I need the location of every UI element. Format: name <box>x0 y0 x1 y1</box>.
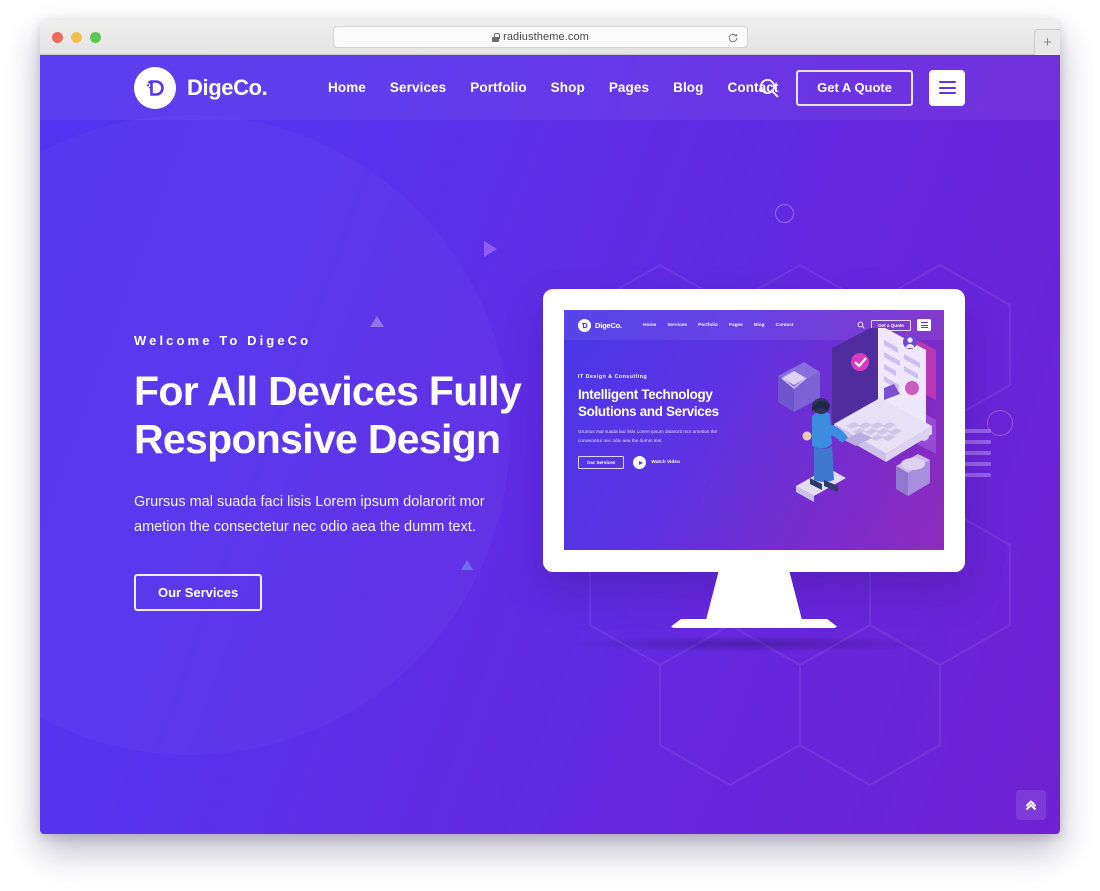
inner-hero-title-line-2: Solutions and Services <box>578 404 719 420</box>
url-text: radiustheme.com <box>503 31 589 43</box>
inner-hero-eyebrow: IT Design & Consulting <box>578 374 648 380</box>
monitor-screen: DigeCo. Home Services Portfolio Pages Bl… <box>564 310 944 550</box>
inner-nav-item-pages[interactable]: Pages <box>729 323 743 328</box>
search-icon[interactable] <box>758 77 780 99</box>
nav-item-pages[interactable]: Pages <box>609 80 649 95</box>
our-services-button[interactable]: Our Services <box>134 573 263 611</box>
hero-eyebrow: Welcome To DigeCo <box>134 333 312 348</box>
hamburger-menu-icon[interactable] <box>929 69 965 106</box>
inner-site-logo-text: DigeCo. <box>595 320 622 330</box>
site-header: DigeCo. Home Services Portfolio Shop Pag… <box>40 55 1060 120</box>
maximize-window-button[interactable] <box>90 32 101 43</box>
double-chevron-up-icon <box>1026 800 1036 810</box>
monitor-base <box>669 619 839 628</box>
traffic-lights <box>52 32 101 43</box>
get-a-quote-button[interactable]: Get A Quote <box>796 69 913 106</box>
address-bar[interactable]: radiustheme.com <box>333 26 748 48</box>
website-viewport: DigeCo. Home Services Portfolio Shop Pag… <box>40 55 1060 834</box>
monitor-shadow <box>569 636 939 652</box>
inner-navigation: Home Services Portfolio Pages Blog Conta… <box>643 323 793 328</box>
hero-title: For All Devices Fully Responsive Design <box>134 368 554 464</box>
nav-item-shop[interactable]: Shop <box>551 80 585 95</box>
isometric-developer-illustration <box>778 328 936 502</box>
inner-hero-description: Grursus mal suada faci lisis Lorem ipsum… <box>578 429 718 443</box>
inner-hero-title: Intelligent Technology Solutions and Ser… <box>578 386 758 420</box>
site-logo[interactable]: DigeCo. <box>134 55 268 120</box>
stacked-lines-shape <box>961 429 991 477</box>
site-logo-text: DigeCo. <box>187 74 268 100</box>
hero-title-line-2: Responsive Design <box>134 415 501 462</box>
monitor-neck <box>706 572 802 620</box>
desktop-monitor-mockup: DigeCo. Home Services Portfolio Pages Bl… <box>543 289 965 652</box>
digeco-logo-icon <box>134 66 176 109</box>
close-window-button[interactable] <box>52 32 63 43</box>
inner-nav-item-contact[interactable]: Contact <box>776 323 794 328</box>
hero-section: Welcome To DigeCo For All Devices Fully … <box>134 333 554 611</box>
inner-nav-item-portfolio[interactable]: Portfolio <box>698 323 718 328</box>
nav-item-portfolio[interactable]: Portfolio <box>470 80 526 95</box>
inner-nav-item-blog[interactable]: Blog <box>754 323 765 328</box>
inner-nav-item-services[interactable]: Services <box>667 323 687 328</box>
hero-description: Grursus mal suada faci lisis Lorem ipsum… <box>134 493 485 535</box>
inner-our-services-button[interactable]: Our Services <box>578 456 625 470</box>
inner-hero-title-line-1: Intelligent Technology <box>578 387 713 402</box>
inner-hero-actions: Our Services Watch Video <box>578 456 758 470</box>
inner-hero-section: IT Design & Consulting Intelligent Techn… <box>578 374 758 470</box>
play-icon <box>633 456 647 470</box>
nav-item-blog[interactable]: Blog <box>673 80 703 95</box>
watch-video-label: Watch Video <box>651 460 680 466</box>
triangle-up-shape-grey <box>370 316 384 327</box>
nav-item-services[interactable]: Services <box>390 80 446 95</box>
address-bar-content: radiustheme.com <box>492 31 589 43</box>
scroll-to-top-button[interactable] <box>1016 790 1046 820</box>
inner-site-logo[interactable]: DigeCo. <box>578 318 622 332</box>
browser-window: radiustheme.com + DigeCo. Home Services … <box>40 20 1060 834</box>
hero-title-line-1: For All Devices Fully <box>134 368 522 414</box>
browser-chrome-bar: radiustheme.com + <box>40 20 1060 55</box>
new-tab-button[interactable]: + <box>1034 29 1060 55</box>
minimize-window-button[interactable] <box>71 32 82 43</box>
reload-icon[interactable] <box>727 32 739 44</box>
header-actions: Get A Quote <box>758 55 965 120</box>
digeco-logo-icon-small <box>578 318 591 332</box>
main-navigation: Home Services Portfolio Shop Pages Blog … <box>328 55 778 120</box>
inner-nav-item-home[interactable]: Home <box>643 323 656 328</box>
lock-icon <box>492 32 500 42</box>
circle-outline-shape <box>775 204 794 223</box>
triangle-right-shape <box>484 241 497 257</box>
watch-video-button[interactable]: Watch Video <box>633 456 680 470</box>
monitor-frame: DigeCo. Home Services Portfolio Pages Bl… <box>543 289 965 572</box>
nav-item-home[interactable]: Home <box>328 80 366 95</box>
